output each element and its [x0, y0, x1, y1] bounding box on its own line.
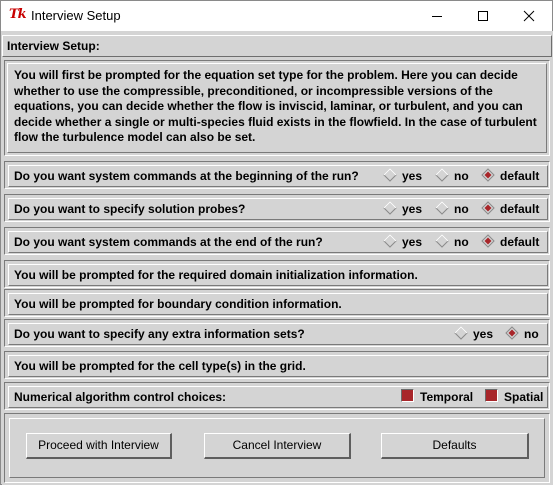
info-row: You will be prompted for the required do…	[4, 260, 550, 288]
radio-yes[interactable]: yes	[383, 201, 422, 217]
question-label: Do you want to specify solution probes?	[14, 202, 246, 216]
info-row: You will be prompted for boundary condit…	[4, 289, 550, 317]
question-label: Do you want system commands at the begin…	[14, 169, 359, 183]
checkbox-spatial[interactable]: Spatial	[485, 389, 543, 405]
window-title: Interview Setup	[31, 8, 121, 23]
question-row: Do you want system commands at the begin…	[4, 161, 550, 189]
defaults-button[interactable]: Defaults	[381, 433, 529, 459]
tk-app-icon: Tk	[9, 7, 27, 22]
radio-default[interactable]: default	[481, 234, 539, 250]
section-header: Interview Setup:	[2, 35, 552, 57]
section-header-label: Interview Setup:	[7, 39, 100, 53]
checkbox-checked-icon	[485, 389, 498, 403]
radio-unselected-icon	[435, 234, 449, 248]
checkbox-temporal[interactable]: Temporal	[401, 389, 473, 405]
radio-no[interactable]: no	[505, 326, 539, 342]
radio-selected-icon	[481, 234, 495, 248]
radio-yes[interactable]: yes	[383, 168, 422, 184]
question-row: Do you want to specify solution probes? …	[4, 194, 550, 222]
checkbox-checked-icon	[401, 389, 414, 403]
close-button[interactable]	[506, 1, 552, 31]
radio-selected-icon	[481, 168, 495, 182]
info-label: You will be prompted for boundary condit…	[14, 297, 342, 311]
maximize-icon	[478, 11, 488, 21]
radio-selected-icon	[505, 326, 519, 340]
close-icon	[523, 10, 535, 22]
interview-setup-window: Tk Interview Setup Interview Setup: You …	[0, 0, 553, 485]
cancel-interview-button[interactable]: Cancel Interview	[204, 433, 351, 459]
dialog-content: Interview Setup: You will first be promp…	[2, 31, 553, 485]
minimize-icon	[432, 16, 442, 17]
radio-unselected-icon	[435, 201, 449, 215]
info-label: You will be prompted for the cell type(s…	[14, 359, 306, 373]
radio-yes[interactable]: yes	[454, 326, 493, 342]
radio-default[interactable]: default	[481, 168, 539, 184]
question-row: Do you want system commands at the end o…	[4, 227, 550, 255]
info-label: You will be prompted for the required do…	[14, 268, 418, 282]
radio-no[interactable]: no	[435, 168, 469, 184]
radio-default[interactable]: default	[481, 201, 539, 217]
algorithm-control-label: Numerical algorithm control choices:	[14, 390, 227, 404]
radio-selected-icon	[481, 201, 495, 215]
algorithm-control-row: Numerical algorithm control choices: Tem…	[4, 382, 550, 410]
radio-unselected-icon	[454, 326, 468, 340]
radio-unselected-icon	[383, 201, 397, 215]
intro-text: You will first be prompted for the equat…	[14, 68, 537, 145]
info-row: You will be prompted for the cell type(s…	[4, 351, 550, 379]
radio-no[interactable]: no	[435, 201, 469, 217]
maximize-button[interactable]	[460, 1, 506, 31]
question-label: Do you want to specify any extra informa…	[14, 327, 305, 341]
proceed-with-interview-button[interactable]: Proceed with Interview	[26, 433, 172, 459]
radio-yes[interactable]: yes	[383, 234, 422, 250]
radio-unselected-icon	[383, 168, 397, 182]
question-row: Do you want to specify any extra informa…	[4, 319, 550, 347]
minimize-button[interactable]	[414, 1, 460, 31]
title-bar: Tk Interview Setup	[1, 1, 552, 31]
radio-unselected-icon	[435, 168, 449, 182]
question-label: Do you want system commands at the end o…	[14, 235, 323, 249]
radio-unselected-icon	[383, 234, 397, 248]
radio-no[interactable]: no	[435, 234, 469, 250]
